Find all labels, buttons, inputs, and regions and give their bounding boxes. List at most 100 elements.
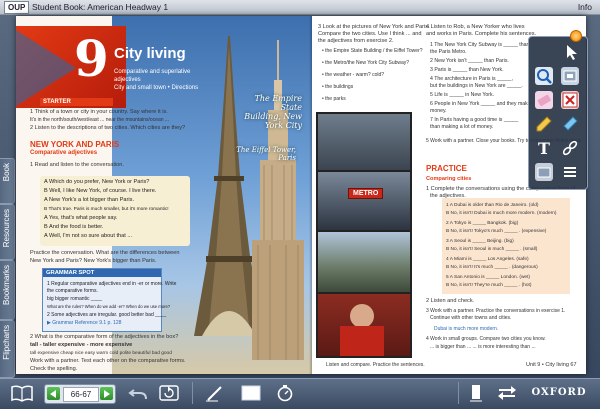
- undo-icon[interactable]: [126, 383, 150, 403]
- grammar-line: What are the rules? When do we add -er? …: [47, 304, 171, 309]
- tab-book-label: Book: [2, 163, 11, 182]
- delete-icon[interactable]: [561, 91, 579, 109]
- dialog-line: A Yes, that's what people say.: [44, 215, 118, 221]
- q2-line-2: tall - taller expensive - more expensive: [30, 342, 133, 348]
- bookmark-icon[interactable]: [464, 383, 488, 403]
- q4-item: 5 Life is _____ in New York.: [430, 92, 495, 98]
- svg-text:T: T: [538, 139, 550, 157]
- page-navigator: 66-67: [44, 384, 116, 404]
- comp-line: B No, it isn't! They're much _____ . (ho…: [446, 283, 532, 288]
- photo-column: METRO: [316, 112, 412, 358]
- q3-line-1: 3 Look at the pictures of New York and P…: [318, 24, 430, 30]
- oup-badge[interactable]: OUP: [4, 1, 30, 14]
- comp-line: 1 A Dubai is older than Rio de Janeiro. …: [446, 203, 539, 208]
- next-page-button[interactable]: [100, 387, 113, 400]
- photo-park: [318, 232, 410, 292]
- refresh-icon[interactable]: [156, 383, 182, 403]
- q4-item: 1 The New York City Subway is _____ than: [430, 42, 530, 48]
- tool-panel: T: [528, 36, 588, 190]
- section-title: NEW YORK AND PARIS: [30, 140, 120, 149]
- tab-book[interactable]: Book: [0, 158, 15, 204]
- link-icon[interactable]: [561, 139, 579, 157]
- page-footer: Unit 9 • City living 67: [526, 362, 577, 368]
- pen-toolbar-icon[interactable]: [202, 383, 228, 403]
- comp-line: 5 A San Antonio is _____ London. (wet): [446, 275, 531, 280]
- q4-line-1: 4 Listen to Rob, a New Yorker who lives: [426, 24, 525, 30]
- zoom-icon[interactable]: [535, 67, 553, 85]
- p3-line-1: 3 Work with a partner. Practice the conv…: [426, 308, 566, 314]
- person-body: [340, 326, 384, 356]
- starter-label: STARTER: [40, 98, 113, 106]
- menu-icon[interactable]: [561, 163, 579, 181]
- dialog-line: B That's true. Paris is much smaller, bu…: [44, 207, 169, 212]
- comp-line: 3 A Seoul is _____ Beijing. (big): [446, 239, 514, 244]
- q4-item: 4 The architecture in Paris is _____,: [430, 76, 513, 82]
- comp-line: B No, it isn't! Tokyo's much _____ . (ex…: [446, 229, 547, 234]
- tab-resources[interactable]: Resources: [0, 204, 15, 260]
- photo-metro: METRO: [318, 172, 410, 230]
- empire-state-image: [252, 40, 304, 360]
- swap-pages-icon[interactable]: [494, 383, 520, 403]
- timer-icon[interactable]: [272, 383, 298, 403]
- title-bar: OUP Student Book: American Headway 1 Inf…: [0, 0, 600, 15]
- tab-resources-label: Resources: [2, 209, 11, 248]
- comparison-box: 1 A Dubai is older than Rio de Janeiro. …: [442, 198, 570, 294]
- q4-item: 7 In Paris having a good time is _____: [430, 117, 519, 123]
- grammar-line: big bigger romantic ____: [47, 296, 103, 302]
- practice-subtitle: Comparing cities: [426, 176, 472, 182]
- book-icon[interactable]: [8, 383, 36, 403]
- photo-person: [318, 294, 410, 356]
- p4-line: 4 Work in small groups. Compare two citi…: [426, 336, 546, 342]
- q3-item: • the parks: [322, 96, 346, 102]
- starter-line-1: 1 Think of a town or city in your countr…: [30, 109, 168, 115]
- q4-item: the Paris Metro.: [430, 49, 467, 55]
- pen-icon[interactable]: [535, 115, 553, 133]
- window-title: Student Book: American Headway 1: [32, 2, 169, 12]
- grammar-spot-title: GRAMMAR SPOT: [43, 269, 161, 277]
- dialog-line: B And the food is better.: [44, 224, 104, 230]
- photo-street: [318, 114, 410, 170]
- listen-compare: Listen and compare. Practice the sentenc…: [326, 362, 425, 368]
- side-tabs: Book Resources Bookmarks Flipcharts: [0, 158, 15, 378]
- starter-line-2: It's in the north/south/west/east ... ne…: [30, 117, 170, 123]
- toolbar-separator: [458, 382, 459, 404]
- q2-line-3: Work with a partner. Test each other on …: [30, 358, 186, 364]
- q3-line-3: the adjectives from exercise 2.: [318, 38, 394, 44]
- grammar-line: 1 Regular comparative adjectives end in …: [47, 281, 177, 287]
- section-subtitle: Comparative adjectives: [30, 150, 98, 156]
- grammar-line: 2 Some adjectives are irregular. good be…: [47, 312, 167, 318]
- grammar-reference-link[interactable]: ▶ Grammar Reference 9.1 p. 128: [47, 320, 121, 326]
- q2-line-1: 2 What is the comparative form of the ad…: [30, 334, 179, 340]
- dialog-box: A Which do you prefer, New York or Paris…: [40, 176, 190, 246]
- comp-line: 2 A Tokyo is _____ Bangkok. (big): [446, 221, 519, 226]
- close-panel-icon[interactable]: [570, 30, 582, 42]
- comp-line: B No, it isn't! It's much _____ . (dange…: [446, 265, 538, 270]
- spotlight-icon[interactable]: [561, 67, 579, 85]
- whiteboard-icon[interactable]: [238, 383, 264, 403]
- text-tool-icon[interactable]: T: [535, 139, 553, 158]
- highlighter-icon[interactable]: [561, 115, 579, 133]
- toolbar-separator: [192, 382, 193, 404]
- grammar-line: the comparative forms.: [47, 288, 98, 294]
- page-number-field[interactable]: 66-67: [63, 387, 99, 402]
- tab-flipcharts[interactable]: Flipcharts: [0, 320, 15, 378]
- info-link[interactable]: Info: [578, 1, 592, 13]
- q4-item: 6 People in New York _____ and they make: [430, 101, 531, 107]
- tab-bookmarks[interactable]: Bookmarks: [0, 260, 15, 320]
- comp-line: B No, it isn't! Dubai is much more moder…: [446, 211, 557, 216]
- banner-triangle: [16, 30, 76, 106]
- eraser-icon[interactable]: [535, 91, 553, 109]
- comp-line: B No, it isn't! Seoul is much _____ . (s…: [446, 247, 538, 252]
- q3-item: • the buildings: [322, 84, 354, 90]
- pointer-tool-icon[interactable]: [563, 43, 581, 61]
- practice-line-2: New York and Paris? New York's bigger th…: [30, 258, 157, 264]
- save-icon[interactable]: [535, 163, 553, 181]
- oxford-logo: OXFORD: [531, 387, 587, 398]
- starter-line-3: 2 Listen to the descriptions of two citi…: [30, 125, 186, 131]
- previous-page-button[interactable]: [47, 387, 60, 400]
- dialog-line: B Well, I like New York, of course. I li…: [44, 188, 157, 194]
- q4-item: 2 New York isn't _____ than Paris.: [430, 58, 509, 64]
- practice-line-1: Practice the conversation. What are the …: [30, 250, 180, 256]
- q4-item: than making a lot of money.: [430, 124, 494, 130]
- tab-flipcharts-label: Flipcharts: [2, 325, 11, 360]
